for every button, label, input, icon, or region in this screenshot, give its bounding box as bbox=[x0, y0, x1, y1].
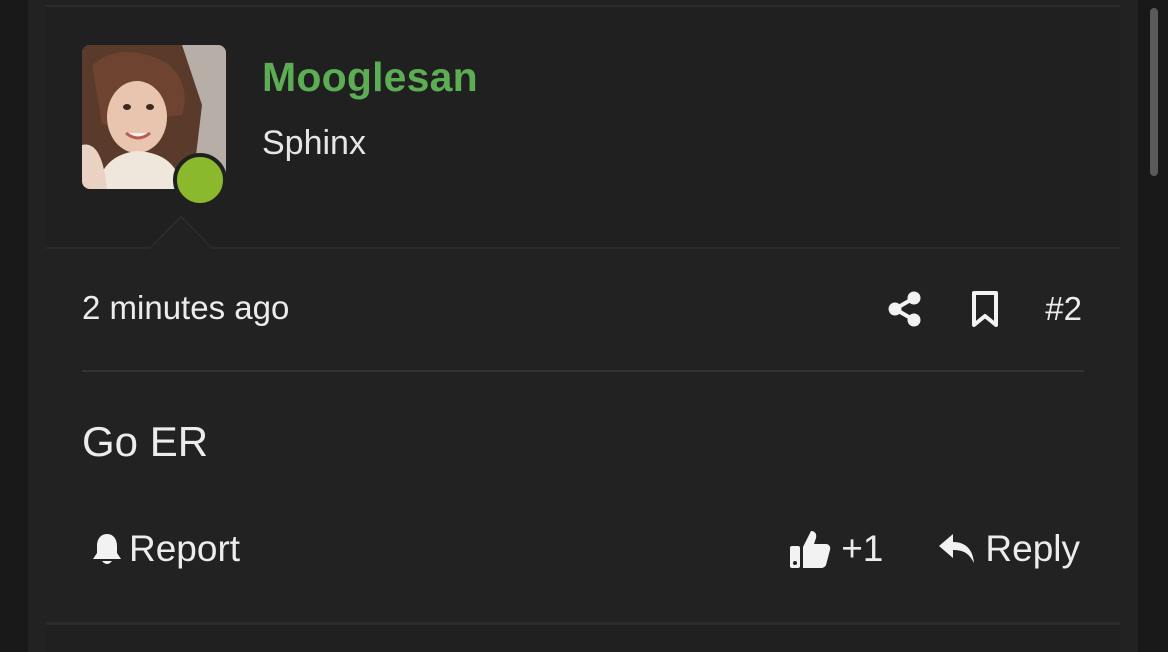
post-timestamp[interactable]: 2 minutes ago bbox=[82, 289, 289, 327]
post-footer-actions: +1 Reply bbox=[789, 526, 1080, 572]
scrollbar-thumb[interactable] bbox=[1150, 8, 1158, 176]
reply-arrow-icon bbox=[939, 534, 975, 563]
thumbs-up-icon bbox=[790, 531, 831, 568]
post-number-link[interactable]: #2 bbox=[1045, 290, 1082, 328]
header-pointer-fill bbox=[150, 218, 212, 249]
divider bbox=[82, 370, 1084, 372]
username[interactable]: Mooglesan bbox=[262, 54, 478, 101]
message-body: Go ER bbox=[82, 418, 209, 465]
report-button[interactable]: Report bbox=[91, 526, 240, 572]
page: Mooglesan Sphinx 2 minutes ago #2 Go ER … bbox=[0, 0, 1168, 652]
reply-button[interactable]: Reply bbox=[937, 528, 1080, 570]
reply-label: Reply bbox=[985, 528, 1080, 569]
bookmark-icon bbox=[972, 291, 999, 327]
bell-icon bbox=[93, 534, 121, 564]
post-meta-actions: #2 bbox=[885, 287, 1082, 331]
online-status-indicator bbox=[173, 153, 227, 207]
report-label: Report bbox=[129, 528, 241, 569]
next-post-header bbox=[46, 625, 1120, 652]
bookmark-button[interactable] bbox=[965, 287, 1005, 331]
like-count: +1 bbox=[841, 528, 884, 569]
user-title: Sphinx bbox=[262, 124, 366, 162]
share-icon bbox=[888, 291, 921, 327]
share-button[interactable] bbox=[885, 287, 925, 331]
like-button[interactable]: +1 bbox=[789, 528, 883, 570]
